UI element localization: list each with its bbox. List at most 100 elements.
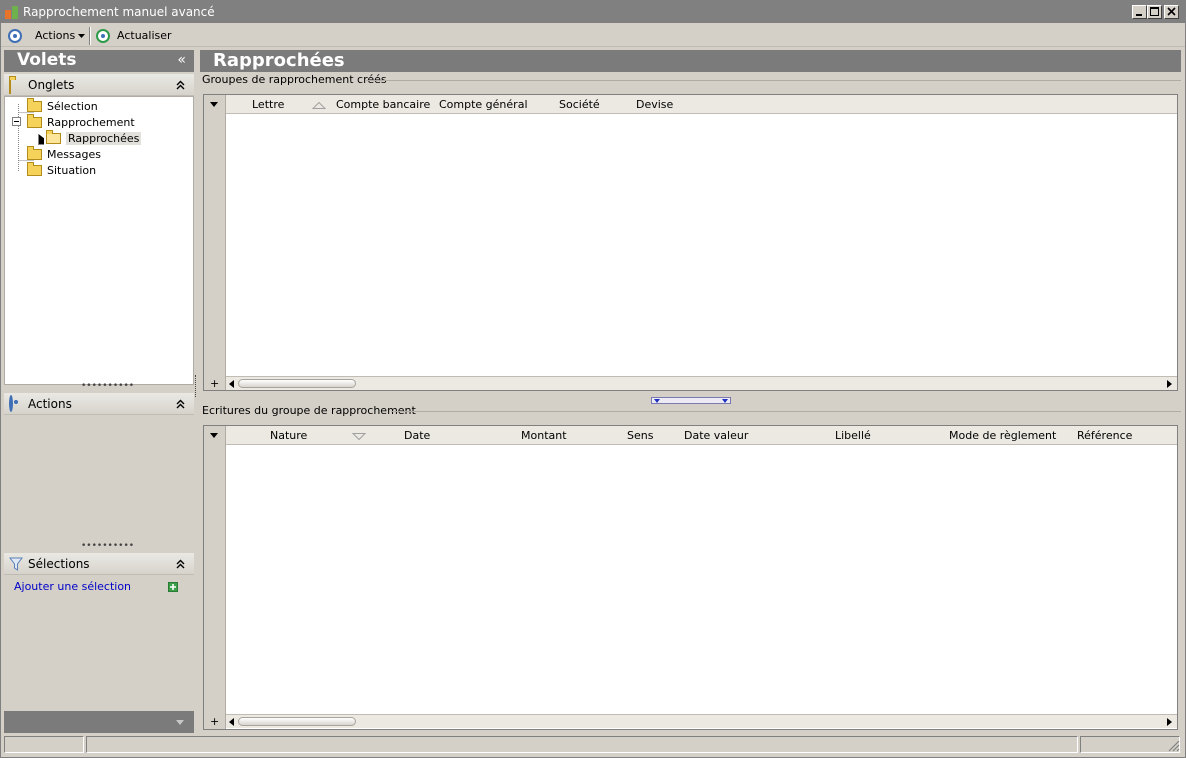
selections-label: Sélections [28, 557, 90, 571]
maximize-button[interactable] [1147, 5, 1162, 19]
left-panel-footer [4, 711, 194, 733]
refresh-label: Actualiser [117, 29, 172, 42]
divider [366, 80, 1181, 81]
group2-title: Ecritures du groupe de rapprochement [202, 404, 416, 417]
tree-collapse-toggle[interactable] [12, 117, 21, 126]
close-button[interactable] [1164, 5, 1179, 19]
add-selection-link[interactable]: Ajouter une sélection [14, 580, 131, 593]
tree-item-label: Situation [47, 163, 97, 177]
column-header-nature[interactable]: Nature [270, 429, 307, 442]
column-header-libelle[interactable]: Libellé [835, 429, 871, 442]
refresh-icon [96, 28, 110, 43]
maximize-icon [1150, 7, 1159, 16]
tree-item-situation[interactable]: Situation [27, 161, 97, 178]
column-header-montant[interactable]: Montant [521, 429, 567, 442]
minus-icon [14, 121, 19, 122]
scroll-right-icon[interactable] [1167, 380, 1172, 388]
chevron-down-icon[interactable] [176, 720, 184, 725]
column-header-devise[interactable]: Devise [636, 98, 673, 111]
column-header-date[interactable]: Date [404, 429, 430, 442]
column-header-row: Nature Date Montant Sens Date valeur Lib… [226, 426, 1177, 445]
collapse-up-icon[interactable] [176, 399, 185, 409]
scroll-left-icon[interactable] [229, 718, 234, 726]
folder-icon [27, 97, 42, 112]
tree-item-label: Rapprochement [47, 115, 135, 129]
actions-section-label: Actions [28, 397, 72, 411]
left-panel-header: Volets « [4, 50, 194, 72]
window-title: Rapprochement manuel avancé [23, 5, 215, 19]
open-folder-icon [46, 129, 61, 144]
minimize-icon [1136, 14, 1142, 16]
horizontal-splitter-button[interactable] [651, 397, 731, 404]
onglets-tree: Sélection Rapprochement Rapprochées Mess… [4, 96, 194, 385]
tree-item-messages[interactable]: Messages [27, 145, 101, 162]
toolbar: Actions Actualiser [1, 23, 1185, 47]
column-header-societe[interactable]: Société [559, 98, 600, 111]
column-chooser-icon[interactable] [210, 433, 218, 438]
entries-grid[interactable]: + Nature Date Montant Sens Date valeur L… [203, 425, 1178, 730]
minimize-button[interactable] [1132, 5, 1147, 19]
add-icon[interactable] [168, 582, 178, 592]
groups-grid[interactable]: + Lettre Compte bancaire Compte général … [203, 94, 1178, 391]
onglets-section-header[interactable]: Onglets [4, 74, 194, 96]
actions-gear-icon [9, 395, 13, 412]
actions-gear-button[interactable] [8, 27, 22, 44]
column-header-row: Lettre Compte bancaire Compte général So… [226, 95, 1177, 114]
divider [391, 411, 1181, 412]
sort-descending-icon[interactable] [352, 433, 366, 440]
status-bar [4, 735, 1182, 754]
column-header-date-valeur[interactable]: Date valeur [684, 429, 748, 442]
left-panel-title: Volets [17, 50, 77, 70]
close-icon [1167, 7, 1176, 16]
row-header-column: + [204, 95, 226, 390]
splitter-grip[interactable]: •••••••••• [81, 541, 134, 551]
status-panel [86, 736, 1078, 753]
folder-icon [9, 79, 11, 94]
tree-item-rapprochement[interactable]: Rapprochement [27, 113, 135, 130]
filter-icon [9, 557, 23, 571]
folder-icon [27, 145, 42, 160]
splitter-grip[interactable]: •••••••••• [81, 381, 134, 391]
horizontal-scrollbar[interactable] [226, 376, 1177, 390]
title-bar[interactable]: Rapprochement manuel avancé [1, 1, 1185, 23]
chevron-down-icon [722, 399, 728, 403]
scroll-left-icon[interactable] [229, 380, 234, 388]
actions-menu-label: Actions [35, 29, 76, 42]
collapse-up-icon[interactable] [176, 559, 185, 569]
collapse-up-icon[interactable] [176, 80, 185, 90]
add-row-button[interactable]: + [210, 377, 219, 390]
onglets-label: Onglets [28, 78, 75, 92]
scroll-thumb[interactable] [238, 379, 356, 388]
tree-item-label: Rapprochées [66, 131, 142, 145]
folder-icon [27, 161, 42, 176]
resize-grip-icon[interactable] [1168, 740, 1180, 752]
column-header-compte-bancaire[interactable]: Compte bancaire [336, 98, 430, 111]
column-header-sens[interactable]: Sens [627, 429, 653, 442]
tree-item-rapprochees[interactable]: Rapprochées [46, 129, 142, 146]
add-row-button[interactable]: + [210, 715, 219, 728]
actions-menu-button[interactable]: Actions [35, 27, 86, 44]
page-title: Rapprochées [213, 50, 345, 71]
column-header-mode-reglement[interactable]: Mode de règlement [949, 429, 1056, 442]
chevron-down-icon [654, 399, 660, 403]
folder-icon [27, 113, 42, 128]
column-header-compte-general[interactable]: Compte général [439, 98, 528, 111]
column-header-reference[interactable]: Référence [1077, 429, 1132, 442]
column-header-lettre[interactable]: Lettre [252, 98, 284, 111]
actions-gear-icon [8, 28, 22, 43]
status-panel [4, 736, 84, 753]
refresh-button[interactable]: Actualiser [96, 27, 172, 44]
tree-item-selection[interactable]: Sélection [27, 97, 98, 114]
row-header-column: + [204, 426, 226, 729]
tree-item-label: Messages [47, 147, 101, 161]
sort-ascending-icon[interactable] [312, 102, 326, 109]
vertical-splitter-grip[interactable] [195, 375, 198, 397]
horizontal-scrollbar[interactable] [226, 714, 1177, 728]
scroll-right-icon[interactable] [1167, 718, 1172, 726]
collapse-panel-button[interactable]: « [177, 52, 186, 68]
selections-section-header[interactable]: Sélections [4, 553, 194, 575]
main-header: Rapprochées [200, 50, 1181, 72]
scroll-thumb[interactable] [238, 717, 356, 726]
column-chooser-icon[interactable] [210, 102, 218, 107]
actions-section-header[interactable]: Actions [4, 393, 194, 415]
